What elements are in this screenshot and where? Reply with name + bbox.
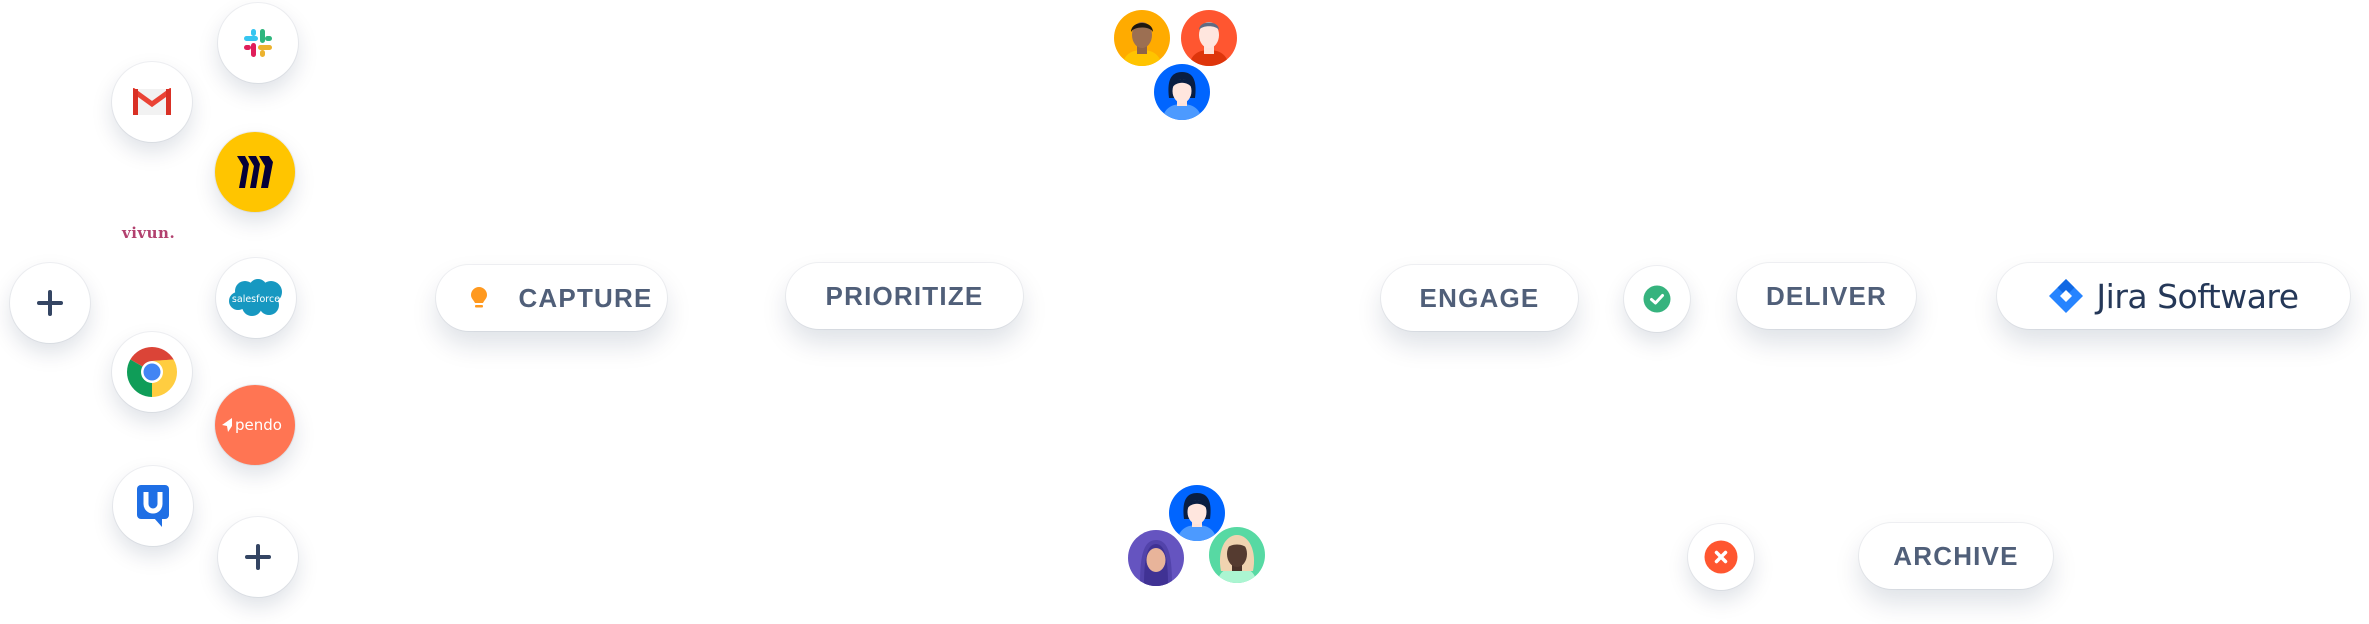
pendo-icon: pendo (222, 416, 282, 434)
person-icon (1162, 72, 1202, 120)
stage-deliver-label: DELIVER (1765, 280, 1888, 311)
lightbulb-icon (471, 287, 488, 308)
salesforce-wordmark: salesforce (232, 294, 280, 305)
stage-archive-label: ARCHIVE (1893, 540, 2019, 571)
chrome-icon (127, 347, 177, 397)
avatar (1154, 64, 1210, 120)
stage-engage[interactable]: ENGAGE (1381, 265, 1578, 331)
integration-slack[interactable] (218, 3, 298, 83)
avatar (1181, 10, 1237, 66)
stage-engage-label: ENGAGE (1419, 282, 1540, 313)
integration-pendo[interactable]: pendo (215, 385, 295, 465)
avatar (1128, 530, 1184, 586)
plus-icon (245, 544, 271, 570)
destination-jira-label: Jira Software (2096, 276, 2299, 316)
avatar (1209, 527, 1265, 583)
stage-deliver[interactable]: DELIVER (1737, 263, 1916, 329)
person-icon (1140, 540, 1172, 586)
approved-status[interactable] (1624, 266, 1690, 332)
plus-icon (37, 290, 63, 316)
stage-capture-label: CAPTURE (518, 282, 653, 313)
slack-icon (244, 29, 272, 57)
stage-prioritize-label: PRIORITIZE (825, 280, 984, 311)
person-icon (1217, 535, 1257, 583)
rejected-status[interactable] (1688, 524, 1754, 590)
avatar (1169, 485, 1225, 541)
add-integration-button-2[interactable] (218, 517, 298, 597)
check-circle-icon (1643, 285, 1671, 313)
integration-gmail[interactable] (112, 62, 192, 142)
jira-icon (2049, 279, 2084, 313)
integration-miro[interactable] (215, 132, 295, 212)
salesforce-icon: salesforce (229, 279, 282, 316)
close-circle-icon (1704, 540, 1738, 574)
person-icon (1189, 22, 1229, 66)
avatar (1114, 10, 1170, 66)
miro-icon (237, 156, 273, 188)
integration-salesforce[interactable]: salesforce (216, 258, 296, 338)
pendo-wordmark: pendo (235, 416, 282, 434)
person-icon (1177, 493, 1217, 541)
usertesting-icon (137, 485, 169, 527)
stage-prioritize[interactable]: PRIORITIZE (786, 263, 1023, 329)
stage-capture[interactable]: CAPTURE (436, 265, 667, 331)
stage-archive[interactable]: ARCHIVE (1859, 523, 2053, 589)
integration-chrome[interactable] (112, 332, 192, 412)
gmail-icon (133, 88, 171, 115)
destination-jira[interactable]: Jira Software (1997, 263, 2350, 329)
person-icon (1122, 22, 1162, 66)
add-integration-button[interactable] (10, 263, 90, 343)
integration-vivun[interactable]: vivun. (122, 224, 175, 242)
integration-usertesting[interactable] (113, 466, 193, 546)
